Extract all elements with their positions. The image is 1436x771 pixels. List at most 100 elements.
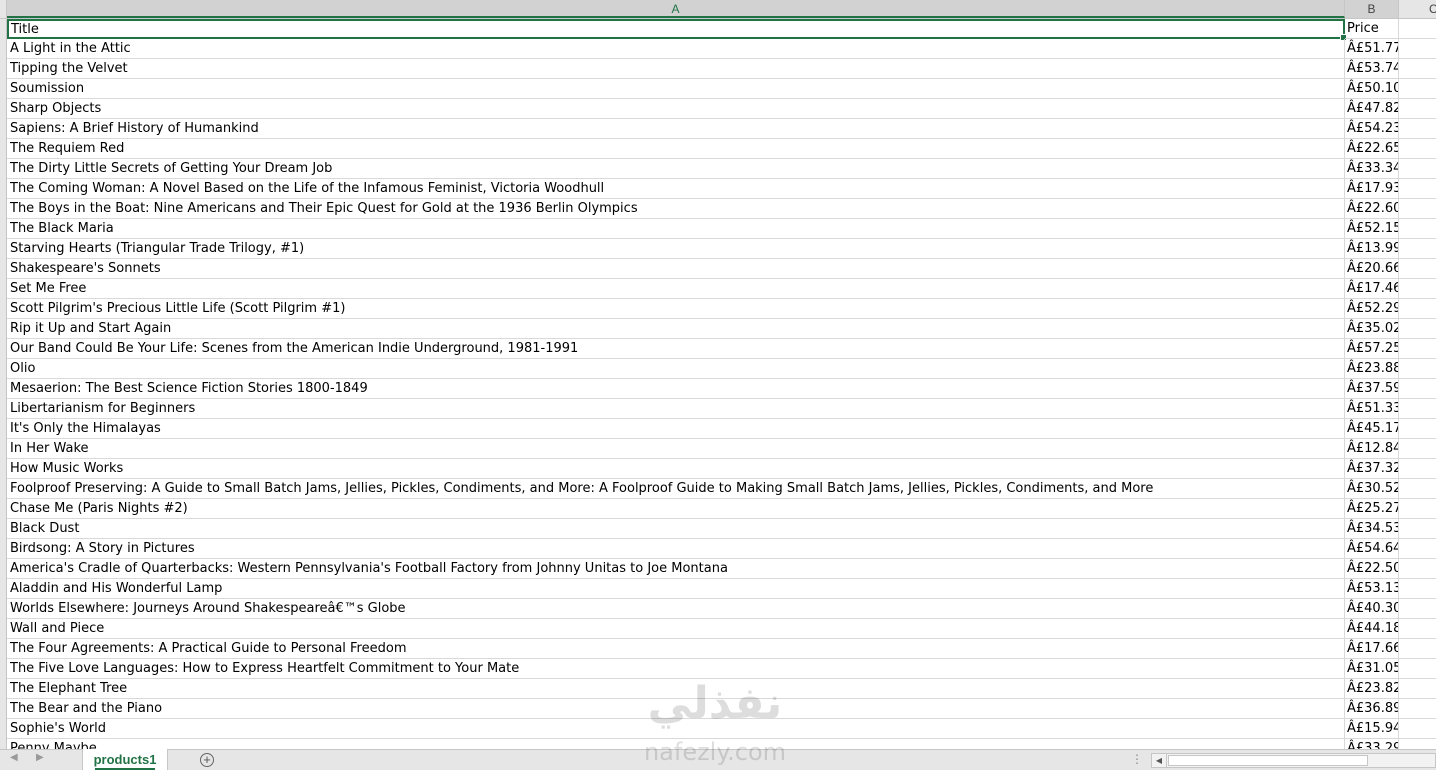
cell-title[interactable]: A Light in the Attic [7, 39, 1345, 59]
cell-price[interactable]: Â£36.89 [1345, 699, 1399, 719]
cell-empty[interactable] [1399, 739, 1436, 749]
cell-empty[interactable] [1399, 239, 1436, 259]
cell-price[interactable]: Â£54.64 [1345, 539, 1399, 559]
cell-price[interactable]: Â£51.33 [1345, 399, 1399, 419]
row-header[interactable] [0, 279, 7, 299]
cell-title[interactable]: Tipping the Velvet [7, 59, 1345, 79]
row-header[interactable] [0, 679, 7, 699]
cell-empty[interactable] [1399, 299, 1436, 319]
row-header[interactable] [0, 619, 7, 639]
cell-empty[interactable] [1399, 579, 1436, 599]
cell-price[interactable]: Â£25.27 [1345, 499, 1399, 519]
row-header[interactable] [0, 19, 7, 39]
cell-title[interactable]: Rip it Up and Start Again [7, 319, 1345, 339]
cell-price[interactable]: Â£15.94 [1345, 719, 1399, 739]
cell-price[interactable]: Â£17.46 [1345, 279, 1399, 299]
sheet-nav-next-icon[interactable]: ▶ [36, 752, 44, 763]
cell-title[interactable]: Foolproof Preserving: A Guide to Small B… [7, 479, 1345, 499]
cell-price[interactable]: Â£20.66 [1345, 259, 1399, 279]
cell-price[interactable]: Â£23.82 [1345, 679, 1399, 699]
cell-empty[interactable] [1399, 319, 1436, 339]
cell-title[interactable]: Wall and Piece [7, 619, 1345, 639]
horizontal-scrollbar[interactable]: ◀ [1151, 753, 1436, 768]
row-header[interactable] [0, 59, 7, 79]
cell-price[interactable]: Â£53.74 [1345, 59, 1399, 79]
cell-price[interactable]: Â£35.02 [1345, 319, 1399, 339]
row-header[interactable] [0, 339, 7, 359]
cell-price[interactable]: Â£22.65 [1345, 139, 1399, 159]
cell-title[interactable]: Sophie's World [7, 719, 1345, 739]
cell-empty[interactable] [1399, 179, 1436, 199]
cell-title[interactable]: Sharp Objects [7, 99, 1345, 119]
cell-empty[interactable] [1399, 119, 1436, 139]
row-header[interactable] [0, 299, 7, 319]
cell-title[interactable]: The Five Love Languages: How to Express … [7, 659, 1345, 679]
cell-a1-title-header[interactable]: Title [7, 19, 1347, 41]
cell-title[interactable]: Scott Pilgrim's Precious Little Life (Sc… [7, 299, 1345, 319]
cell-title[interactable]: In Her Wake [7, 439, 1345, 459]
cell-empty[interactable] [1399, 399, 1436, 419]
cell-title[interactable]: The Requiem Red [7, 139, 1345, 159]
cell-title[interactable]: Libertarianism for Beginners [7, 399, 1345, 419]
cell-empty[interactable] [1399, 19, 1436, 39]
cell-empty[interactable] [1399, 159, 1436, 179]
cell-price[interactable]: Â£51.77 [1345, 39, 1399, 59]
cell-empty[interactable] [1399, 339, 1436, 359]
row-header[interactable] [0, 219, 7, 239]
cell-price[interactable]: Â£45.17 [1345, 419, 1399, 439]
cell-title[interactable]: Shakespeare's Sonnets [7, 259, 1345, 279]
cell-price[interactable]: Â£54.23 [1345, 119, 1399, 139]
cell-title[interactable]: How Music Works [7, 459, 1345, 479]
cell-price[interactable]: Â£22.60 [1345, 199, 1399, 219]
column-header-c[interactable]: C [1399, 0, 1436, 18]
cell-title[interactable]: Our Band Could Be Your Life: Scenes from… [7, 339, 1345, 359]
cell-price[interactable]: Â£37.32 [1345, 459, 1399, 479]
row-header[interactable] [0, 179, 7, 199]
cell-empty[interactable] [1399, 419, 1436, 439]
cell-title[interactable]: The Black Maria [7, 219, 1345, 239]
cell-empty[interactable] [1399, 599, 1436, 619]
row-header[interactable] [0, 639, 7, 659]
cell-b1-price-header[interactable]: Price [1345, 19, 1399, 39]
row-header[interactable] [0, 319, 7, 339]
row-header[interactable] [0, 659, 7, 679]
cell-title[interactable]: The Dirty Little Secrets of Getting Your… [7, 159, 1345, 179]
cell-title[interactable]: Aladdin and His Wonderful Lamp [7, 579, 1345, 599]
cell-title[interactable]: The Elephant Tree [7, 679, 1345, 699]
row-header[interactable] [0, 159, 7, 179]
cell-price[interactable]: Â£52.15 [1345, 219, 1399, 239]
cell-empty[interactable] [1399, 559, 1436, 579]
plus-circle-icon[interactable]: + [200, 753, 214, 767]
row-header[interactable] [0, 359, 7, 379]
cell-empty[interactable] [1399, 439, 1436, 459]
cell-empty[interactable] [1399, 539, 1436, 559]
cell-title[interactable]: Starving Hearts (Triangular Trade Trilog… [7, 239, 1345, 259]
row-header[interactable] [0, 539, 7, 559]
cell-price[interactable]: Â£23.88 [1345, 359, 1399, 379]
cell-price[interactable]: Â£34.53 [1345, 519, 1399, 539]
cell-empty[interactable] [1399, 619, 1436, 639]
row-header[interactable] [0, 139, 7, 159]
cell-title[interactable]: Worlds Elsewhere: Journeys Around Shakes… [7, 599, 1345, 619]
cell-empty[interactable] [1399, 259, 1436, 279]
cell-price[interactable]: Â£31.05 [1345, 659, 1399, 679]
row-header[interactable] [0, 479, 7, 499]
cell-price[interactable]: Â£33.34 [1345, 159, 1399, 179]
cell-empty[interactable] [1399, 279, 1436, 299]
cell-title[interactable]: Set Me Free [7, 279, 1345, 299]
cell-empty[interactable] [1399, 359, 1436, 379]
cell-empty[interactable] [1399, 219, 1436, 239]
cell-empty[interactable] [1399, 719, 1436, 739]
row-header[interactable] [0, 559, 7, 579]
row-header[interactable] [0, 459, 7, 479]
cell-title[interactable]: Penny Maybe [7, 739, 1345, 749]
row-header[interactable] [0, 199, 7, 219]
row-header[interactable] [0, 379, 7, 399]
cell-price[interactable]: Â£52.29 [1345, 299, 1399, 319]
cell-price[interactable]: Â£13.99 [1345, 239, 1399, 259]
cell-title[interactable]: The Boys in the Boat: Nine Americans and… [7, 199, 1345, 219]
cell-empty[interactable] [1399, 139, 1436, 159]
column-header-a[interactable]: A [7, 0, 1345, 18]
cell-title[interactable]: The Bear and the Piano [7, 699, 1345, 719]
cell-price[interactable]: Â£47.82 [1345, 99, 1399, 119]
